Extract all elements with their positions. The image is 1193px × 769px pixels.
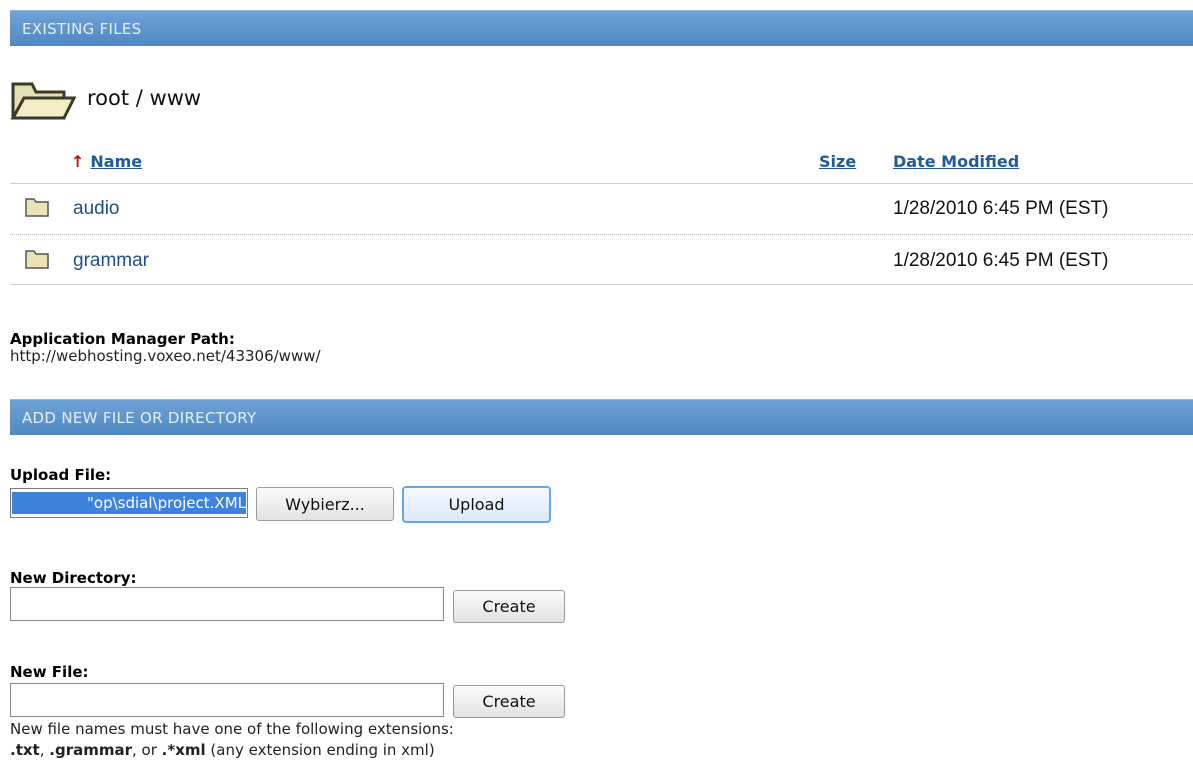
file-row-name-audio[interactable]: audio	[73, 198, 120, 220]
sort-by-name-link[interactable]: Name	[90, 152, 142, 171]
sort-ascending-icon: ↑	[71, 152, 85, 171]
add-new-header: ADD NEW FILE OR DIRECTORY	[10, 399, 1193, 435]
extension-note: New file names must have one of the foll…	[10, 720, 454, 738]
ext-txt: .txt	[10, 741, 40, 759]
table-bottom-divider	[10, 284, 1193, 285]
ext-separator: , or	[132, 741, 162, 759]
upload-file-label: Upload File:	[10, 466, 112, 484]
new-file-label: New File:	[10, 663, 89, 681]
column-header-date[interactable]: Date Modified	[893, 152, 1019, 171]
file-row-name-grammar[interactable]: grammar	[73, 250, 149, 272]
extension-list: .txt, .grammar, or .*xml (any extension …	[10, 741, 435, 759]
create-directory-button[interactable]: Create	[453, 590, 565, 623]
new-file-input[interactable]	[10, 683, 444, 717]
create-file-button[interactable]: Create	[453, 685, 565, 718]
browse-button[interactable]: Wybierz...	[256, 487, 394, 521]
ext-separator: ,	[39, 741, 50, 759]
current-path: root / www	[87, 86, 202, 110]
existing-files-header: EXISTING FILES	[10, 10, 1193, 46]
sort-by-size-link[interactable]: Size	[819, 152, 856, 171]
existing-files-header-text: EXISTING FILES	[22, 20, 142, 38]
folder-icon	[25, 250, 49, 269]
app-path-label: Application Manager Path:	[10, 330, 235, 348]
table-header-divider	[10, 183, 1193, 184]
upload-button[interactable]: Upload	[402, 486, 551, 523]
row-divider	[10, 234, 1193, 235]
add-new-header-text: ADD NEW FILE OR DIRECTORY	[22, 409, 257, 427]
ext-grammar: .grammar	[49, 741, 132, 759]
ext-note-tail: (any extension ending in xml)	[205, 741, 435, 759]
new-directory-input[interactable]	[10, 587, 444, 621]
sort-by-date-link[interactable]: Date Modified	[893, 152, 1019, 171]
upload-file-input[interactable]: op\sdial\project.XML"	[10, 488, 248, 518]
file-row-date: 1/28/2010 6:45 PM (EST)	[893, 198, 1109, 219]
open-folder-icon	[10, 82, 76, 120]
column-header-name[interactable]: ↑ Name	[71, 152, 142, 171]
upload-file-value: op\sdial\project.XML"	[12, 492, 246, 514]
file-row-date: 1/28/2010 6:45 PM (EST)	[893, 250, 1109, 271]
new-directory-label: New Directory:	[10, 569, 137, 587]
ext-xml: .*xml	[161, 741, 206, 759]
folder-icon	[25, 198, 49, 217]
app-path-url: http://webhosting.voxeo.net/43306/www/	[10, 347, 321, 365]
column-header-size[interactable]: Size	[819, 152, 856, 171]
